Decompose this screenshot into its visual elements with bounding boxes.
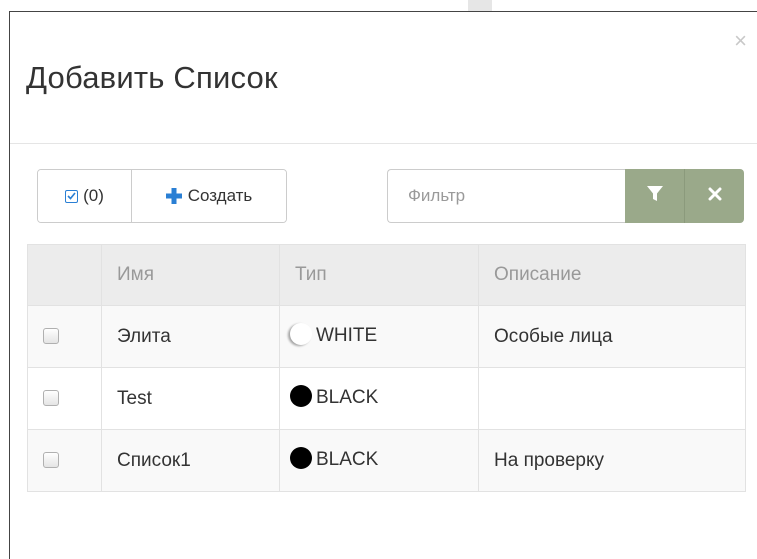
- row-select-cell: [27, 305, 102, 368]
- filter-icon: [646, 185, 664, 208]
- background-tab: [468, 0, 492, 11]
- page-background-strip: [0, 0, 757, 11]
- row-checkbox[interactable]: [43, 452, 59, 469]
- clear-filter-button[interactable]: [685, 169, 744, 223]
- action-button-group: (0) Создать: [37, 169, 287, 223]
- filter-button[interactable]: [625, 169, 685, 223]
- selected-count-label: (0): [83, 186, 104, 205]
- type-label: BLACK: [316, 387, 379, 409]
- type-label: BLACK: [316, 449, 379, 471]
- row-select-cell: [27, 429, 102, 492]
- header-select: [27, 244, 102, 306]
- black-dot-icon: [290, 385, 312, 408]
- type-cell: BLACK: [279, 429, 479, 492]
- name-cell: Элита: [101, 305, 280, 368]
- selected-count-button[interactable]: (0): [38, 170, 132, 222]
- close-icon: [708, 187, 722, 206]
- row-checkbox[interactable]: [43, 390, 59, 407]
- row-checkbox[interactable]: [43, 328, 59, 345]
- close-icon[interactable]: ×: [734, 30, 747, 52]
- create-button[interactable]: Создать: [132, 170, 286, 222]
- description-cell: На проверку: [478, 429, 746, 492]
- lists-table: Имя Тип Описание Элита WHITE Особые лица…: [27, 244, 746, 492]
- type-cell: BLACK: [279, 367, 479, 430]
- header-description[interactable]: Описание: [478, 244, 746, 306]
- table-row[interactable]: Test BLACK: [27, 367, 746, 430]
- description-cell: [478, 367, 746, 430]
- type-label: WHITE: [316, 325, 378, 347]
- header-name[interactable]: Имя: [101, 244, 280, 306]
- modal-title: Добавить Список: [26, 60, 278, 95]
- table-row[interactable]: Список1 BLACK На проверку: [27, 429, 746, 492]
- plus-icon: [165, 188, 182, 204]
- modal-header: Добавить Список ×: [10, 12, 757, 144]
- filter-input[interactable]: [387, 169, 625, 223]
- row-select-cell: [27, 367, 102, 430]
- name-cell: Список1: [101, 429, 280, 492]
- name-cell: Test: [101, 367, 280, 430]
- description-cell: Особые лица: [478, 305, 746, 368]
- add-list-modal: Добавить Список × (0) Создать Фильтр Имя…: [9, 11, 757, 559]
- table-header-row: Имя Тип Описание: [27, 244, 746, 306]
- table-row[interactable]: Элита WHITE Особые лица: [27, 305, 746, 368]
- header-type[interactable]: Тип: [279, 244, 479, 306]
- white-dot-icon: [290, 323, 312, 346]
- filter-group: [387, 169, 744, 223]
- type-cell: WHITE: [279, 305, 479, 368]
- checkbox-checked-icon: [65, 189, 79, 203]
- create-label: Создать: [187, 186, 253, 205]
- black-dot-icon: [290, 447, 312, 470]
